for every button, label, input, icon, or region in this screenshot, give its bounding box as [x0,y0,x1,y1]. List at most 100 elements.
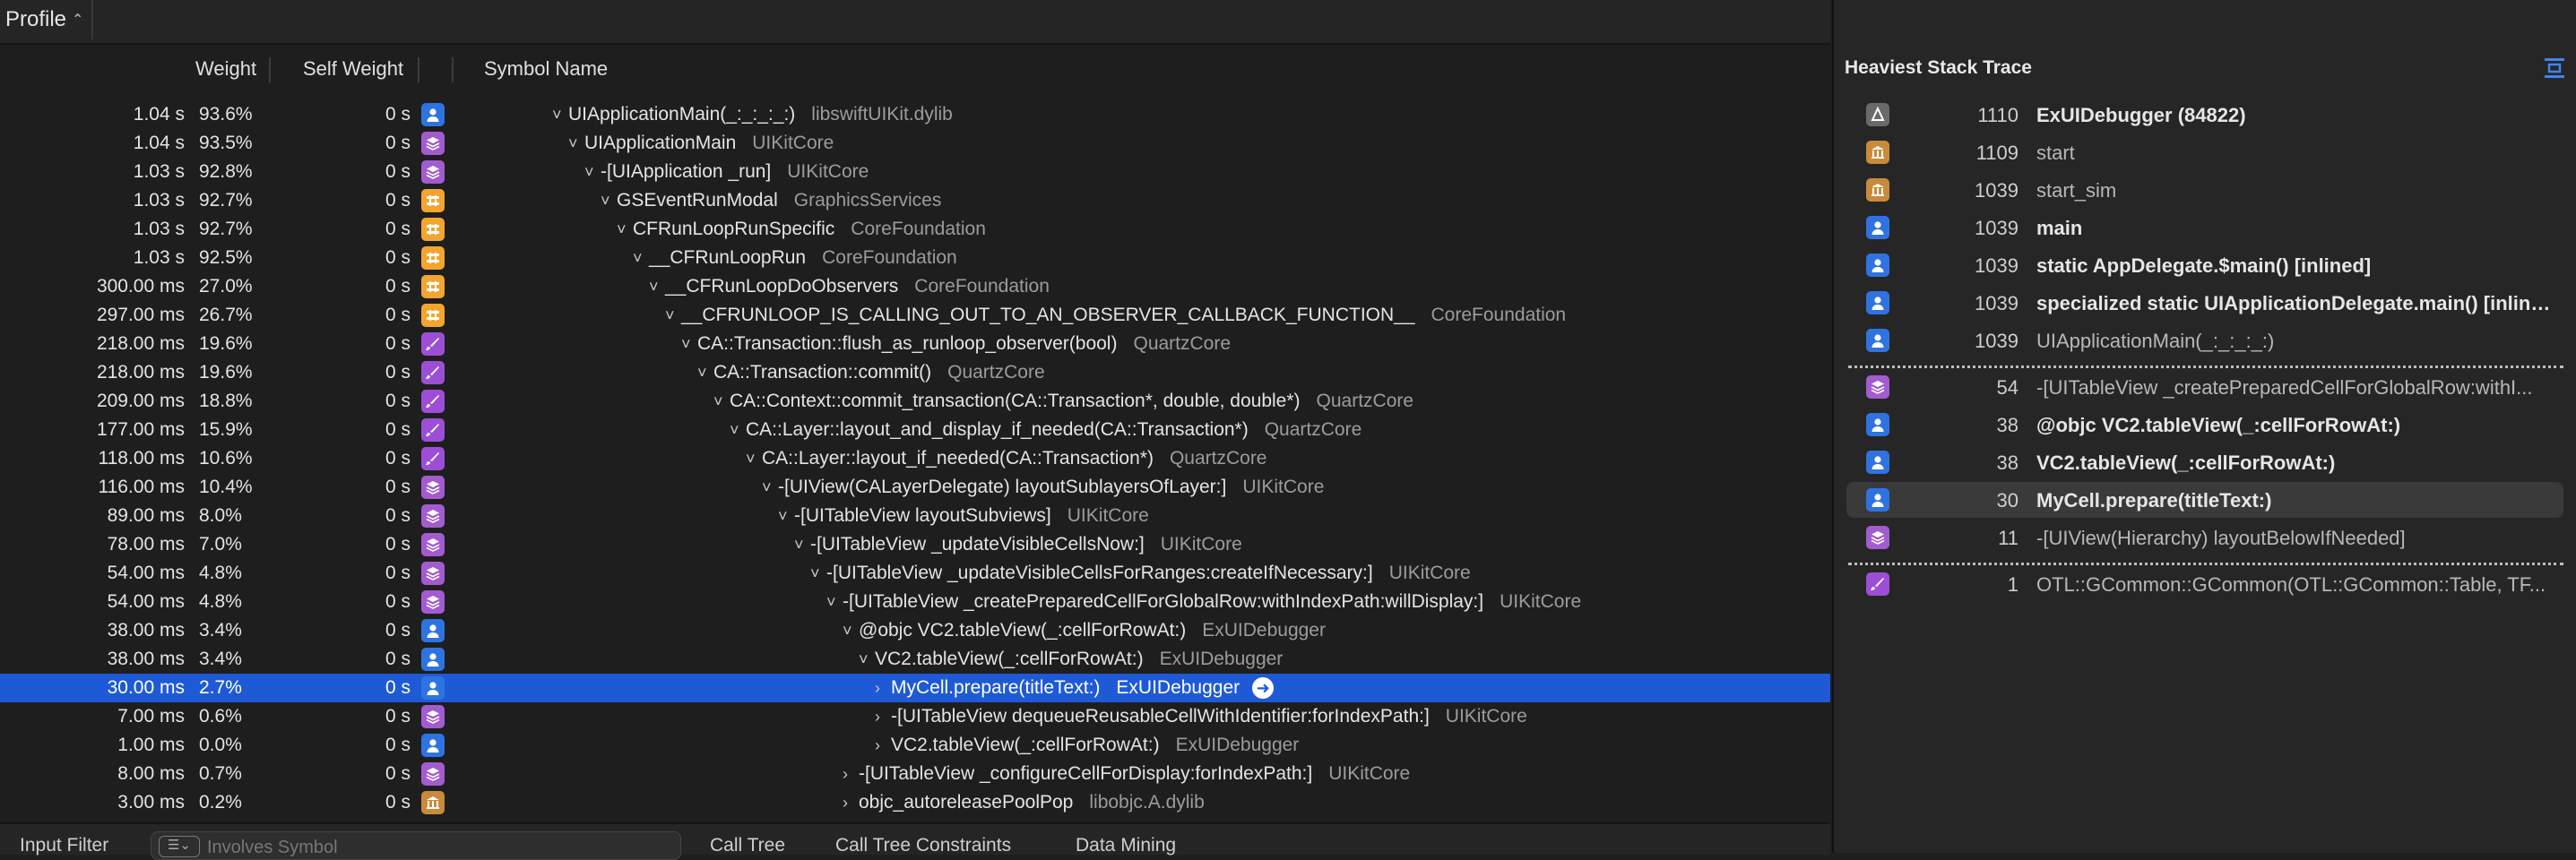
runloop-icon [421,246,445,270]
call-tree-row[interactable]: 218.00 ms 19.6% 0 s ˅ CA::Transaction::flush… [0,330,1830,358]
symbol-cell: ˅ -[UITableView _updateVisibleCellsNow:] U… [794,534,1242,555]
self-weight-cell: 0 s [385,792,411,813]
disclosure-triangle-icon[interactable]: ˅ [843,622,859,641]
stack-frame-row[interactable]: 1039 static AppDelegate.$main() [inlined] [1846,247,2563,283]
stack-frame-row[interactable]: 30 MyCell.prepare(titleText:) [1846,482,2563,518]
disclosure-triangle-icon[interactable]: ˅ [794,536,810,555]
tab-call-tree-constraints[interactable]: Call Tree Constraints [835,835,1011,856]
symbol-cell: ˅ CA::Transaction::commit() QuartzCore [697,362,1045,383]
symbol-filter-field[interactable]: ☰⌄ Involves Symbol [151,831,681,860]
self-weight-cell: 0 s [385,419,411,440]
disclosure-triangle-icon[interactable]: ˅ [601,192,617,211]
tab-data-mining[interactable]: Data Mining [1076,835,1176,856]
disclosure-triangle-icon[interactable]: ˅ [713,392,730,411]
disclosure-triangle-icon[interactable]: ˅ [859,650,875,669]
call-tree-row[interactable]: 89.00 ms 8.0% 0 s ˅ -[UITableView layoutSubv… [0,502,1830,530]
stack-frame-row[interactable]: 1039 main [1846,210,2563,245]
profile-popup-button[interactable]: Profile ⌃ [0,0,93,39]
column-divider[interactable] [269,57,271,82]
collapse-frames-icon[interactable] [2542,56,2567,81]
disclosure-triangle-icon[interactable]: ˅ [584,163,601,182]
self-weight-column-header[interactable]: Self Weight [303,57,403,81]
symbol-name: -[UITableView _configureCellForDisplay:f… [859,763,1313,784]
frame-sample-count: 1039 [1975,217,2018,239]
call-tree-row[interactable]: 218.00 ms 19.6% 0 s ˅ CA::Transaction::commi… [0,358,1830,387]
disclosure-triangle-icon[interactable]: › [875,708,891,727]
disclosure-triangle-icon[interactable]: ˅ [730,421,746,440]
call-tree-row[interactable]: 78.00 ms 7.0% 0 s ˅ -[UITableView _updateVis… [0,530,1830,559]
symbol-cell: › -[UITableView _configureCellForDisplay:… [843,763,1410,785]
column-divider[interactable] [452,57,454,82]
call-tree-row[interactable]: 177.00 ms 15.9% 0 s ˅ CA::Layer::layout_and_… [0,416,1830,444]
call-tree-row[interactable]: 1.03 s 92.5% 0 s ˅ __CFRunLoopRun CoreFoundat… [0,244,1830,272]
disclosure-triangle-icon[interactable]: ˅ [665,306,681,325]
user-code-icon [421,619,445,642]
profile-label: Profile [5,7,67,31]
stack-frame-row[interactable]: 1 OTL::GCommon::GCommon(OTL::GCommon::Tab… [1846,566,2563,602]
symbol-cell: ˅ GSEventRunModal GraphicsServices [601,190,941,211]
disclosure-triangle-icon[interactable]: › [875,736,891,755]
disclosure-triangle-icon[interactable]: ˅ [552,106,568,125]
call-tree-row[interactable]: 3.00 ms 0.2% 0 s › objc_autoreleasePoolPop li… [0,788,1830,817]
library-name: UIKitCore [1242,477,1325,497]
call-tree-row[interactable]: 54.00 ms 4.8% 0 s ˅ -[UITableView _updateVis… [0,559,1830,588]
disclosure-triangle-icon[interactable]: ˅ [697,364,713,383]
disclosure-triangle-icon[interactable]: ˅ [568,134,584,153]
call-tree-row[interactable]: 38.00 ms 3.4% 0 s ˅ VC2.tableView(_:cellForR… [0,645,1830,674]
disclosure-triangle-icon[interactable]: ˅ [810,564,826,583]
disclosure-triangle-icon[interactable]: › [843,765,859,784]
stack-frame-row[interactable]: 38 VC2.tableView(_:cellForRowAt:) [1846,444,2563,480]
call-tree-row[interactable]: 8.00 ms 0.7% 0 s › -[UITableView _configureC… [0,760,1830,788]
symbol-name-column-header[interactable]: Symbol Name [484,57,608,81]
library-name: CoreFoundation [851,219,986,239]
stack-frame-row[interactable]: 1039 specialized static UIApplicationDele… [1846,285,2563,321]
disclosure-triangle-icon[interactable]: ˅ [826,593,843,612]
stack-frame-row[interactable]: 38 @objc VC2.tableView(_:cellForRowAt:) [1846,407,2563,443]
disclosure-triangle-icon[interactable]: ˅ [649,278,665,297]
stack-frame-row[interactable]: 1039 start_sim [1846,172,2563,208]
user-code-icon [421,676,445,700]
disclosure-triangle-icon[interactable]: ˅ [778,507,794,526]
call-tree-row[interactable]: 54.00 ms 4.8% 0 s ˅ -[UITableView _createPre… [0,588,1830,616]
stack-frame-row[interactable]: 11 -[UIView(Hierarchy) layoutBelowIfNeede… [1846,520,2563,555]
call-tree-row[interactable]: 1.03 s 92.7% 0 s ˅ GSEventRunModal GraphicsSe… [0,186,1830,215]
call-tree-row[interactable]: 30.00 ms 2.7% 0 s › MyCell.prepare(titleText… [0,674,1830,702]
disclosure-triangle-icon[interactable]: ˅ [746,450,762,469]
disclosure-triangle-icon[interactable]: ˅ [762,478,778,497]
disclosure-triangle-icon[interactable]: ˅ [681,335,697,354]
call-tree-row[interactable]: 1.03 s 92.8% 0 s ˅ -[UIApplication _run] UIKi… [0,158,1830,186]
call-tree-row[interactable]: 116.00 ms 10.4% 0 s ˅ -[UIView(CALayerDelega… [0,473,1830,502]
call-tree-row[interactable]: 118.00 ms 10.6% 0 s ˅ CA::Layer::layout_if_n… [0,444,1830,473]
input-filter-label: Input Filter [20,835,109,856]
call-tree-row[interactable]: 300.00 ms 27.0% 0 s ˅ __CFRunLoopDoObservers… [0,272,1830,301]
disclosure-triangle-icon[interactable]: › [875,679,891,698]
tab-call-tree[interactable]: Call Tree [710,835,785,856]
symbol-cell: ˅ CA::Layer::layout_if_needed(CA::Transac… [746,448,1267,469]
disclosure-triangle-icon[interactable]: › [843,794,859,813]
self-weight-cell: 0 s [385,591,411,612]
filter-options-icon[interactable]: ☰⌄ [159,836,200,857]
symbol-cell: ˅ -[UITableView _createPreparedCellForGlo… [826,591,1581,613]
call-tree-row[interactable]: 1.04 s 93.5% 0 s ˅ UIApplicationMain UIKitCor… [0,129,1830,158]
disclosure-triangle-icon[interactable]: ˅ [617,220,633,239]
call-tree-row[interactable]: 297.00 ms 26.7% 0 s ˅ __CFRUNLOOP_IS_CALLING… [0,301,1830,330]
call-tree-row[interactable]: 1.04 s 93.6% 0 s ˅ UIApplicationMain(_:_:_:_… [0,100,1830,129]
weight-column-header[interactable]: Weight [195,57,256,81]
call-tree-row[interactable]: 7.00 ms 0.6% 0 s › -[UITableView dequeueReus… [0,702,1830,731]
disclosure-triangle-icon[interactable]: ˅ [633,249,649,268]
stack-frame-row[interactable]: 1110 ExUIDebugger (84822) [1846,97,2563,133]
frame-sample-count: 1109 [1975,142,2018,164]
stack-frame-row[interactable]: 54 -[UITableView _createPreparedCellForGl… [1846,369,2563,405]
stack-frame-row[interactable]: 1109 start [1846,134,2563,170]
call-tree-row[interactable]: 1.03 s 92.7% 0 s ˅ CFRunLoopRunSpecific CoreF… [0,215,1830,244]
go-to-source-icon[interactable]: ➜ [1252,677,1275,700]
call-tree-row[interactable]: 209.00 ms 18.8% 0 s ˅ CA::Context::commit_tr… [0,387,1830,416]
call-tree-row[interactable]: 38.00 ms 3.4% 0 s ˅ @objc VC2.tableView(_:ce… [0,616,1830,645]
symbol-cell: ˅ -[UIView(CALayerDelegate) layoutSublaye… [762,477,1324,498]
framework-layers-icon [421,504,445,528]
stack-frame-row[interactable]: 1039 UIApplicationMain(_:_:_:_:) [1846,322,2563,358]
framework-layers-icon [421,705,445,728]
symbol-cell: ˅ CA::Layer::layout_and_display_if_needed… [730,419,1361,441]
column-divider[interactable] [418,57,419,82]
call-tree-row[interactable]: 1.00 ms 0.0% 0 s › VC2.tableView(_:cellForRo… [0,731,1830,760]
